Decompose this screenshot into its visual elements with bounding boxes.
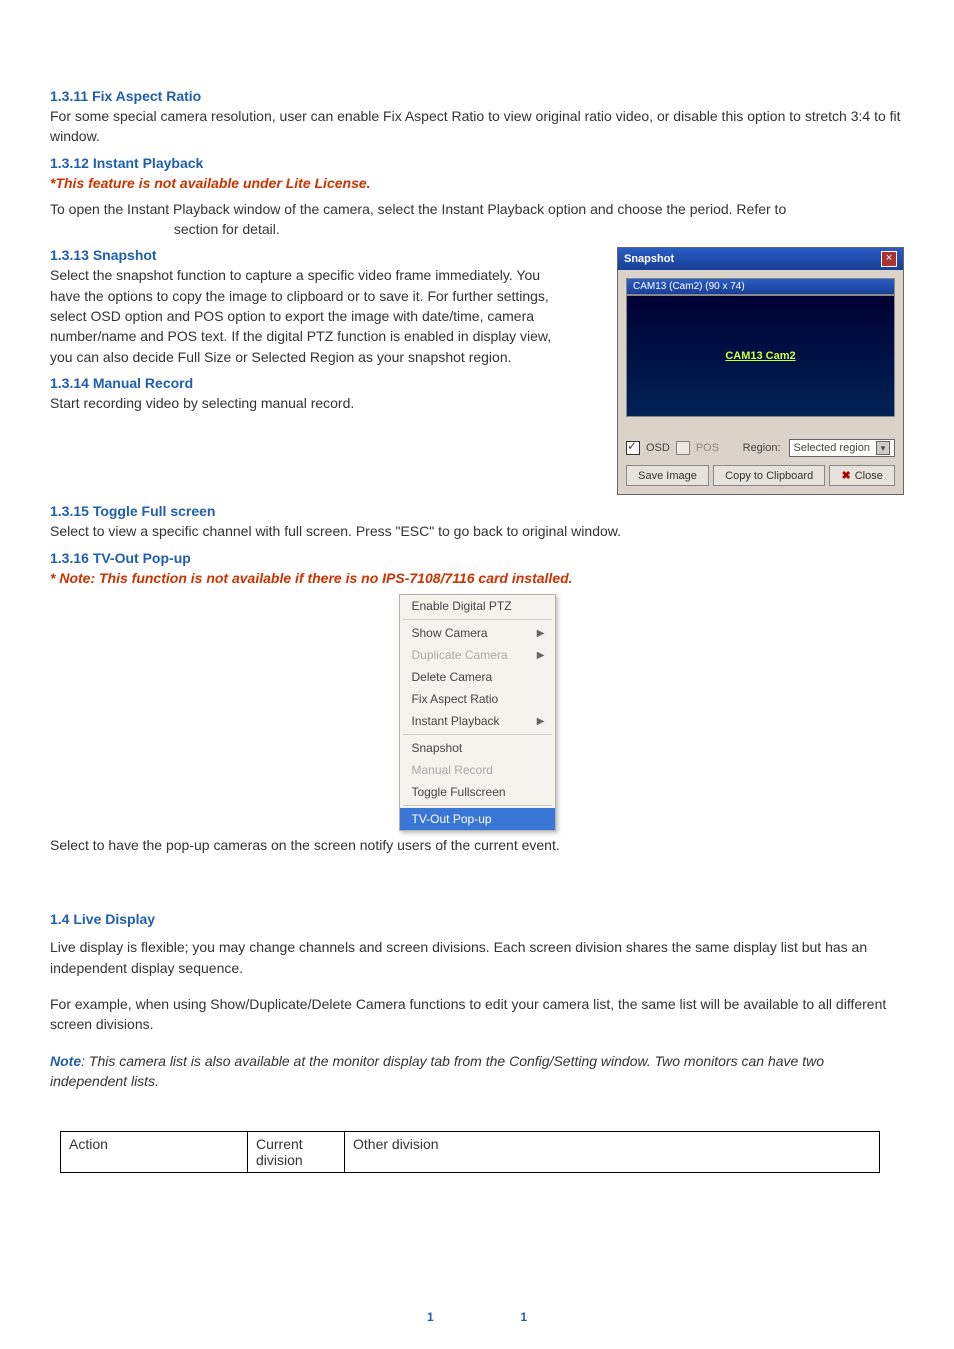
region-label: Region: xyxy=(743,442,781,454)
para-toggle-fullscreen: Select to view a specific channel with f… xyxy=(50,521,904,541)
menu-item[interactable]: Duplicate Camera ▶ xyxy=(400,644,555,666)
th-current-division: Current division xyxy=(248,1132,345,1173)
menu-item-label: Snapshot xyxy=(412,741,463,755)
menu-item-label: Toggle Fullscreen xyxy=(412,785,506,799)
action-table: Action Current division Other division xyxy=(60,1131,880,1173)
para-live-display-3: Note: This camera list is also available… xyxy=(50,1051,904,1092)
menu-item[interactable]: Snapshot xyxy=(400,737,555,759)
chevron-right-icon: ▶ xyxy=(537,716,545,727)
menu-item[interactable]: Manual Record xyxy=(400,759,555,781)
note-colon-text: : This camera list is also available at … xyxy=(50,1053,824,1089)
close-x-icon: ✖ xyxy=(842,469,851,482)
menu-item[interactable]: TV-Out Pop-up xyxy=(400,808,555,830)
note-tvout: * Note: This function is not available i… xyxy=(50,568,904,588)
para-tvout-body: Select to have the pop-up cameras on the… xyxy=(50,835,904,855)
para-live-display-1: Live display is flexible; you may change… xyxy=(50,937,904,978)
close-button-label: Close xyxy=(855,470,883,482)
copy-clipboard-button[interactable]: Copy to Clipboard xyxy=(713,465,825,486)
menu-item[interactable]: Instant Playback ▶ xyxy=(400,710,555,732)
note-instant-playback: *This feature is not available under Lit… xyxy=(50,173,904,193)
region-value: Selected region xyxy=(794,442,870,454)
osd-label: OSD xyxy=(646,442,670,454)
menu-item-label: Duplicate Camera xyxy=(412,648,508,662)
snapshot-title: Snapshot xyxy=(624,253,674,265)
th-action: Action xyxy=(61,1132,248,1173)
text-ip-b: section for detail. xyxy=(174,221,280,237)
para-snapshot: Select the snapshot function to capture … xyxy=(50,265,570,366)
footer-left: 1 xyxy=(427,1310,434,1324)
context-menu: Enable Digital PTZShow Camera▶Duplicate … xyxy=(399,594,556,831)
menu-item[interactable]: Fix Aspect Ratio xyxy=(400,688,555,710)
heading-fix-aspect-ratio: 1.3.11 Fix Aspect Ratio xyxy=(50,88,904,104)
snapshot-preview-label: CAM13 (Cam2) (90 x 74) xyxy=(626,278,895,295)
chevron-right-icon: ▶ xyxy=(537,628,545,639)
chevron-down-icon: ▾ xyxy=(876,441,890,455)
menu-item-label: Instant Playback xyxy=(412,714,500,728)
menu-item-label: Show Camera xyxy=(412,626,488,640)
heading-tvout-popup: 1.3.16 TV-Out Pop-up xyxy=(50,550,904,566)
snapshot-dialog: Snapshot × CAM13 (Cam2) (90 x 74) CAM13 … xyxy=(617,247,904,495)
footer-right: 1 xyxy=(520,1310,527,1324)
menu-item-label: Delete Camera xyxy=(412,670,493,684)
note-label: Note xyxy=(50,1053,81,1069)
menu-item[interactable]: Toggle Fullscreen xyxy=(400,781,555,803)
page-footer: 1 1 xyxy=(0,1310,954,1324)
menu-item-label: Manual Record xyxy=(412,763,493,777)
close-button[interactable]: ✖ Close xyxy=(829,465,895,486)
save-image-button[interactable]: Save Image xyxy=(626,465,709,486)
pos-checkbox[interactable] xyxy=(676,441,690,455)
heading-toggle-fullscreen: 1.3.15 Toggle Full screen xyxy=(50,503,904,519)
close-icon[interactable]: × xyxy=(881,251,897,267)
chevron-right-icon: ▶ xyxy=(537,650,545,661)
th-other-division: Other division xyxy=(345,1132,880,1173)
osd-checkbox[interactable] xyxy=(626,441,640,455)
menu-item-label: TV-Out Pop-up xyxy=(412,812,492,826)
menu-item-label: Fix Aspect Ratio xyxy=(412,692,499,706)
para-live-display-2: For example, when using Show/Duplicate/D… xyxy=(50,994,904,1035)
heading-instant-playback: 1.3.12 Instant Playback xyxy=(50,155,904,171)
menu-item-label: Enable Digital PTZ xyxy=(412,599,512,613)
menu-item[interactable]: Delete Camera xyxy=(400,666,555,688)
menu-item[interactable]: Show Camera ▶ xyxy=(400,622,555,644)
heading-live-display: 1.4 Live Display xyxy=(50,911,904,927)
region-select[interactable]: Selected region ▾ xyxy=(789,439,895,457)
text-ip-a: To open the Instant Playback window of t… xyxy=(50,201,786,217)
menu-item[interactable]: Enable Digital PTZ xyxy=(400,595,555,617)
para-fix-aspect-ratio: For some special camera resolution, user… xyxy=(50,106,904,147)
para-instant-playback: To open the Instant Playback window of t… xyxy=(50,199,904,240)
snapshot-preview: CAM13 Cam2 xyxy=(626,295,895,417)
snapshot-preview-text: CAM13 Cam2 xyxy=(725,350,795,362)
pos-label: POS xyxy=(696,442,719,454)
